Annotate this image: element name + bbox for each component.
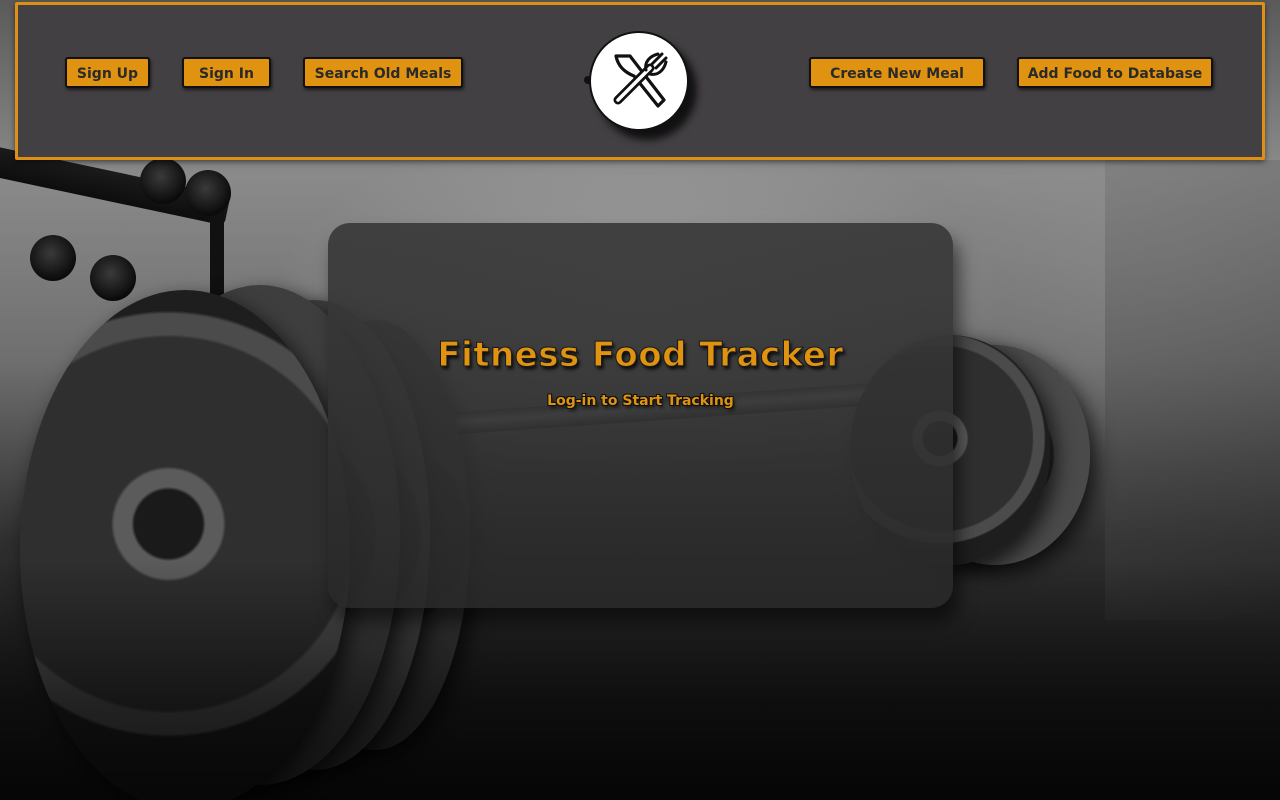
dumbbell	[30, 235, 76, 281]
background-wall	[1105, 160, 1280, 620]
dumbbell	[140, 158, 186, 204]
add-food-to-database-button[interactable]: Add Food to Database	[1017, 57, 1213, 88]
search-old-meals-button[interactable]: Search Old Meals	[303, 57, 463, 88]
top-nav-bar: Sign Up Sign In Search Old Meals Create …	[15, 2, 1265, 160]
hero-card: Fitness Food Tracker Log-in to Start Tra…	[328, 223, 953, 608]
sign-up-button[interactable]: Sign Up	[65, 57, 150, 88]
login-prompt-text: Log-in to Start Tracking	[547, 393, 734, 409]
sign-in-button[interactable]: Sign In	[182, 57, 271, 88]
dumbbell	[185, 170, 231, 216]
create-new-meal-button[interactable]: Create New Meal	[809, 57, 985, 88]
fork-and-knife-icon[interactable]	[589, 31, 689, 131]
dumbbell	[90, 255, 136, 301]
page-title: Fitness Food Tracker	[437, 335, 844, 376]
fork-and-knife-icon-graphic	[613, 52, 668, 108]
